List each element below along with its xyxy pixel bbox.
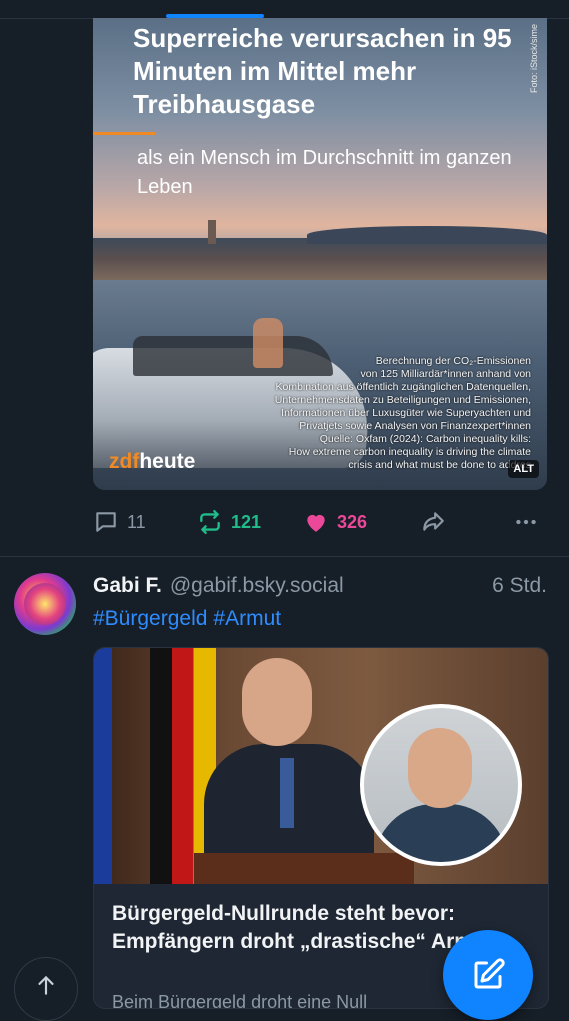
portrait-face xyxy=(408,728,472,808)
more-icon xyxy=(516,519,536,525)
orange-rule xyxy=(93,132,155,135)
share-icon xyxy=(423,512,444,531)
hashtag-link[interactable]: #Armut xyxy=(213,607,281,630)
source-line: Berechnung der CO₂-Emissionen xyxy=(375,355,531,367)
link-card-image xyxy=(94,648,548,884)
portrait-suit xyxy=(374,804,508,862)
image-headline: Superreiche verursachen in 95 Minuten im… xyxy=(133,23,512,119)
scroll-top-icon xyxy=(38,975,54,995)
city-skyline xyxy=(93,220,547,280)
post-timestamp[interactable]: 6 Std. xyxy=(492,574,547,598)
repost-icon xyxy=(200,509,220,535)
bell-tower xyxy=(208,220,216,244)
image-source-text: Berechnung der CO₂-Emissionen von 125 Mi… xyxy=(231,355,531,472)
post-image[interactable]: Superreiche verursachen in 95 Minuten im… xyxy=(93,18,547,490)
post-author[interactable]: Gabi F. @gabif.bsky.social xyxy=(93,574,547,600)
inset-portrait xyxy=(360,704,522,866)
source-line: crisis and what must be done to addres xyxy=(348,459,531,471)
post-hashtags: #Bürgergeld #Armut xyxy=(93,607,287,631)
alt-badge[interactable]: ALT xyxy=(508,460,539,478)
photo-credit: Foto: iStock/sime xyxy=(529,24,539,94)
top-bar xyxy=(0,0,569,19)
author-name[interactable]: Gabi F. xyxy=(93,574,162,597)
source-line: Privatjets sowie Analysen von Finanzexpe… xyxy=(299,420,531,432)
link-card-description: Beim Bürgergeld droht eine Null xyxy=(112,992,368,1009)
repost-button[interactable]: 121 xyxy=(197,505,261,539)
post-divider xyxy=(0,556,569,557)
avatar-image xyxy=(24,583,66,625)
post-actions: 11 121 326 xyxy=(93,505,547,539)
reply-button[interactable]: 11 xyxy=(93,505,146,539)
hill xyxy=(307,226,547,244)
share-button[interactable] xyxy=(419,505,447,539)
repost-count: 121 xyxy=(231,511,262,532)
speaker-head xyxy=(242,658,312,746)
author-handle[interactable]: @gabif.bsky.social xyxy=(170,574,344,597)
like-button[interactable]: 326 xyxy=(303,505,367,539)
source-line: How extreme carbon inequality is driving… xyxy=(288,446,531,458)
reply-icon xyxy=(96,512,116,532)
source-line: Kombination aus öffentlich zugänglichen … xyxy=(275,381,532,393)
zdfheute-logo: zdfheute xyxy=(109,450,195,474)
eu-flag xyxy=(94,648,112,884)
scroll-to-top-button[interactable] xyxy=(14,957,78,1021)
brand-prefix: zdf xyxy=(109,450,140,473)
avatar[interactable] xyxy=(14,573,76,635)
reply-count: 11 xyxy=(127,511,146,532)
like-icon xyxy=(307,514,325,532)
more-button[interactable] xyxy=(513,505,539,539)
compose-icon xyxy=(474,958,505,989)
like-count: 326 xyxy=(337,511,368,532)
source-line: Informationen über Luxusgüter wie Supery… xyxy=(281,407,531,419)
hashtag-link[interactable]: #Bürgergeld xyxy=(93,607,207,630)
compose-button[interactable] xyxy=(443,930,533,1020)
source-line: Quelle: Oxfam (2024): Carbon inequality … xyxy=(319,433,531,445)
speaker-tie xyxy=(280,758,294,828)
source-line: Unternehmensdaten zu Beteiligungen und E… xyxy=(274,394,531,406)
image-subline: als ein Mensch im Durchschnitt im ganzen… xyxy=(137,147,512,198)
brand-suffix: heute xyxy=(139,450,196,473)
source-line: von 125 Milliardär*innen anhand von xyxy=(360,368,531,380)
